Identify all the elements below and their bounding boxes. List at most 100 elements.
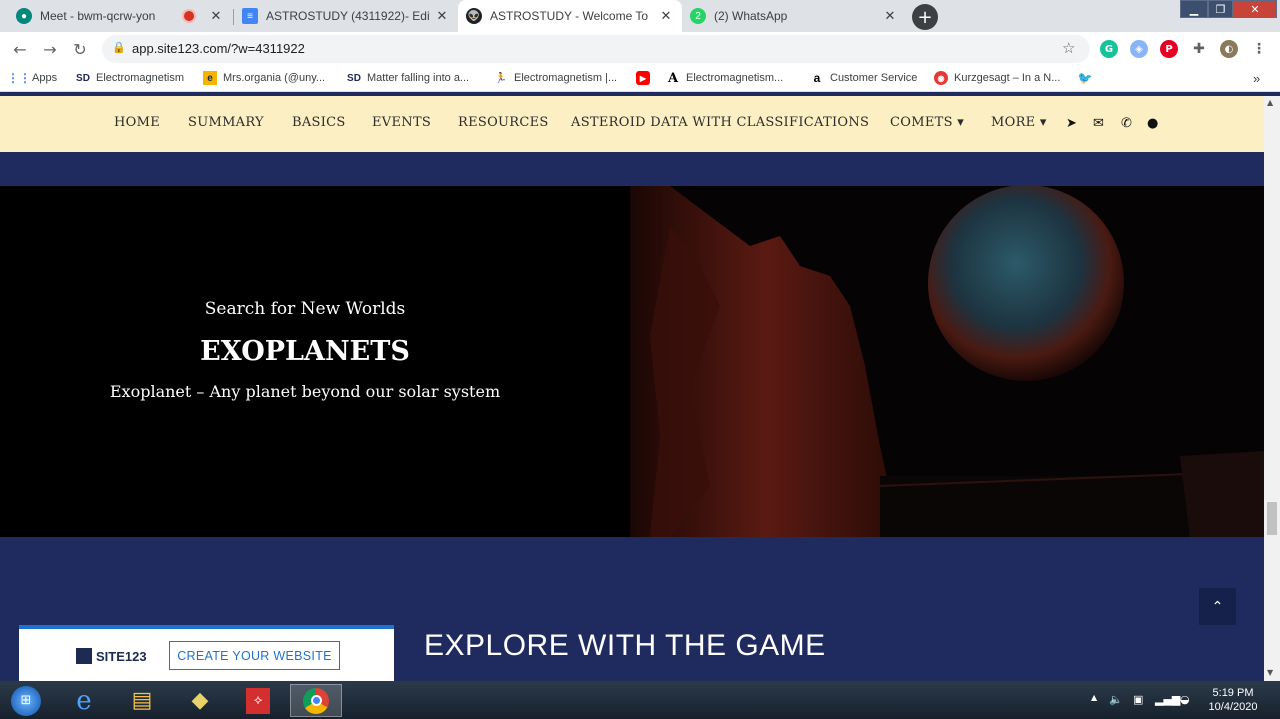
bookmark-customer-service[interactable]: a Customer Service [810,71,918,85]
nav-resources[interactable]: RESOURCES [458,115,549,130]
site123-logo-icon [76,648,92,664]
maximize-button[interactable]: ❐ [1208,0,1233,18]
adobe-reader-icon[interactable]: ⟡ [232,684,284,717]
bookmark-matter-falling[interactable]: SD Matter falling into a... [347,71,469,85]
volume-icon[interactable]: 🔈 [1109,693,1123,706]
recording-icon [184,11,194,21]
address-bar[interactable]: 🔒 app.site123.com/?w=4311922 ☆ [102,35,1090,63]
bookmark-electromagnetism-1[interactable]: SD Electromagnetism [76,71,184,85]
tab-meet[interactable]: ● Meet - bwm-qcrw-yon ✕ [8,0,232,32]
tray-expand-icon[interactable]: ▲ [1091,693,1097,702]
nav-home[interactable]: HOME [114,115,160,130]
apps-grid-icon: ⋮⋮ [7,71,31,85]
puzzle-icon[interactable]: ✚ [1190,40,1208,58]
nav-asteroid-data[interactable]: ASTEROID DATA WITH CLASSIFICATIONS [571,115,869,130]
scroll-down-icon[interactable]: ▼ [1267,668,1273,677]
pdf-icon: ⟡ [246,687,270,714]
site123-promo-bar: SITE123 CREATE YOUR WEBSITE [19,625,394,681]
browser-tab-strip: ● Meet - bwm-qcrw-yon ✕ ≡ ASTROSTUDY (43… [0,0,1280,32]
system-clock[interactable]: 5:19 PM 10/4/2020 [1200,686,1266,714]
scrollbar-thumb[interactable] [1267,502,1277,535]
nav-comets[interactable]: COMETS ▾ [890,115,964,130]
whatsapp-icon: 2 [690,8,706,24]
lock-icon: 🔒 [112,41,126,54]
a-icon: A [667,70,679,86]
grammarly-icon[interactable]: G [1100,40,1118,58]
tab-astrostudy-welcome[interactable]: 👽 ASTROSTUDY - Welcome To ✕ [458,0,682,32]
device-icon[interactable]: ▣ [1133,693,1143,706]
network-icon[interactable]: ▂▄▆ [1155,693,1180,706]
envelope-icon[interactable]: ✉ [1093,116,1104,131]
tab-title: Meet - bwm-qcrw-yon [40,9,156,23]
file-explorer-icon[interactable]: ▤ [116,684,168,717]
create-website-button[interactable]: CREATE YOUR WEBSITE [169,641,340,670]
bookmark-mrs-organia[interactable]: e Mrs.organia (@uny... [203,71,325,85]
meet-icon: ● [16,8,32,24]
bookmark-twitter[interactable]: 🐦 [1078,71,1098,85]
youtube-icon: ▶ [636,71,650,85]
section-title: EXPLORE WITH THE GAME [424,629,826,662]
start-button[interactable]: ⊞ [2,684,50,717]
user-icon[interactable]: ● [1147,116,1158,131]
alien-icon: 👽 [466,8,482,24]
bookmark-electromagnetism-2[interactable]: 🏃 Electromagnetism |... [494,71,617,85]
nav-more[interactable]: MORE ▾ [991,115,1047,130]
kurzgesagt-icon: ◉ [934,71,948,85]
nav-summary[interactable]: SUMMARY [188,115,264,130]
close-icon[interactable]: ✕ [658,8,674,24]
tab-whatsapp[interactable]: 2 (2) WhatsApp ✕ [682,0,906,32]
minimize-button[interactable]: ▁ [1180,0,1208,18]
close-icon[interactable]: ✕ [434,8,450,24]
nav-events[interactable]: EVENTS [372,115,431,130]
url-text: app.site123.com/?w=4311922 [132,41,305,56]
bookmark-apps[interactable]: ⋮⋮ Apps [7,71,57,85]
amazon-icon: a [813,71,821,85]
chrome-taskbar-icon[interactable] [290,684,342,717]
star-icon[interactable]: ☆ [1062,39,1075,57]
hero-subtitle: Exoplanet – Any planet beyond our solar … [109,382,501,401]
hero-section: Search for New Worlds EXOPLANETS Exoplan… [0,186,1264,537]
web-page: HOME SUMMARY BASICS EVENTS RESOURCES AST… [0,96,1264,681]
weather-icon[interactable]: ◒ [1180,693,1190,706]
phone-icon[interactable]: ✆ [1121,116,1132,131]
clock-time: 5:19 PM [1212,687,1254,699]
internet-explorer-icon[interactable]: e [58,684,110,717]
site123-logo: SITE123 [76,648,147,664]
pinterest-icon[interactable]: P [1160,40,1178,58]
bookmark-label: Mrs.organia (@uny... [223,72,326,84]
scroll-up-icon[interactable]: ▲ [1267,98,1273,107]
close-icon[interactable]: ✕ [882,8,898,24]
bookmarks-bar: ⋮⋮ Apps SD Electromagnetism e Mrs.organi… [0,66,1280,92]
hero-text-block: Search for New Worlds EXOPLANETS Exoplan… [0,186,610,537]
bookmark-youtube[interactable]: ▶ [636,71,656,85]
close-window-button[interactable]: ✕ [1233,0,1277,18]
extension-icon[interactable]: ◈ [1130,40,1148,58]
bookmark-label: Matter falling into a... [367,72,470,84]
sd-icon: SD [76,72,90,84]
tab-astrostudy-editor[interactable]: ≡ ASTROSTUDY (4311922)- Editor ✕ [234,0,458,32]
chrome-icon [303,687,329,714]
planet-icon [928,186,1124,381]
clock-date: 10/4/2020 [1208,701,1258,713]
bookmark-kurzgesagt[interactable]: ◉ Kurzgesagt – In a N... [934,71,1060,85]
nav-basics[interactable]: BASICS [292,115,346,130]
more-bookmarks-button[interactable]: » [1253,71,1260,86]
reload-button[interactable]: ↻ [70,39,90,59]
new-tab-button[interactable]: + [912,4,938,30]
bookmark-label: Electromagnetism... [686,72,784,84]
sticky-notes-icon[interactable]: ◆ [174,684,226,717]
bookmark-electromagnetism-3[interactable]: A Electromagnetism... [666,70,784,86]
menu-icon[interactable]: ⋮ [1250,40,1268,58]
close-icon[interactable]: ✕ [208,8,224,24]
forward-button[interactable]: → [40,39,60,59]
tab-title: (2) WhatsApp [714,9,788,23]
scroll-to-top-button[interactable]: ⌃ [1199,588,1236,625]
avatar[interactable]: ◐ [1220,40,1238,58]
hero-eyebrow: Search for New Worlds [204,299,406,319]
location-arrow-icon[interactable]: ➤ [1066,116,1077,131]
sd-icon: SD [347,72,361,84]
edge-icon: e [203,71,217,85]
page-scrollbar[interactable]: ▲ ▼ [1264,96,1280,681]
hero-title: EXOPLANETS [200,336,410,367]
back-button[interactable]: ← [10,39,30,59]
